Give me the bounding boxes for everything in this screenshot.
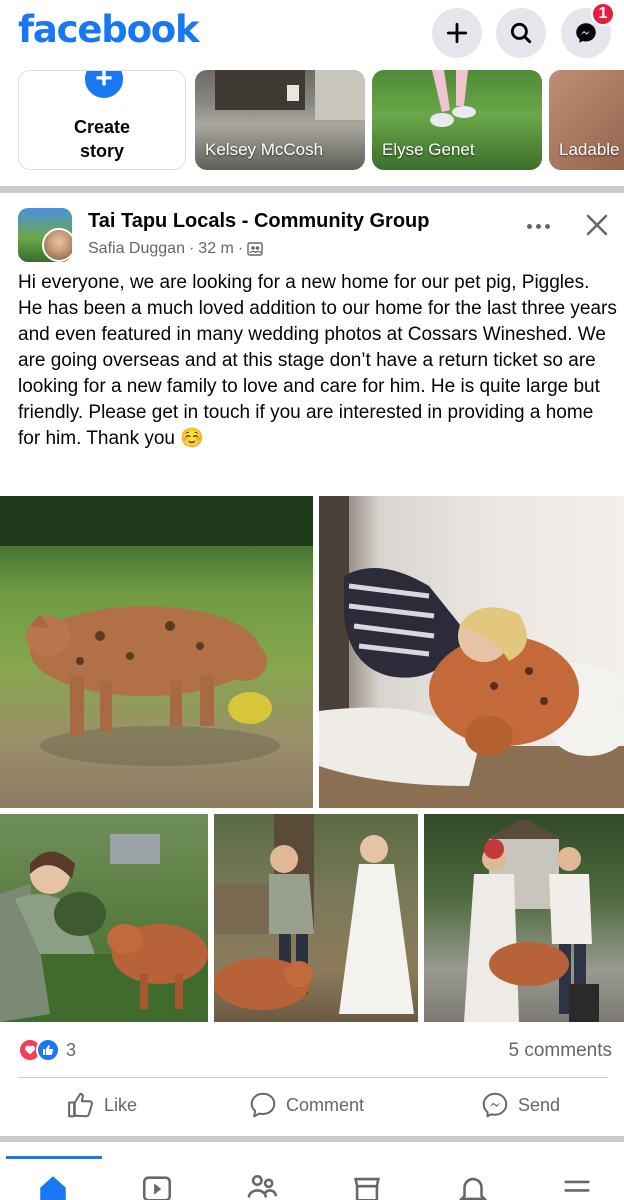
home-icon[interactable] — [36, 1172, 70, 1200]
post-photo-pig-grass[interactable] — [0, 496, 313, 808]
post-photo-bridesmaid-feeding-pig[interactable] — [0, 814, 208, 1022]
story-card[interactable]: Ladable — [549, 70, 624, 170]
post-body-text: Hi everyone, we are looking for a new ho… — [18, 272, 617, 449]
meta-separator: · — [237, 240, 244, 257]
search-button[interactable] — [496, 8, 546, 58]
like-icon — [68, 1092, 93, 1118]
post-time[interactable]: 32 m — [198, 240, 234, 258]
send-label: Send — [518, 1094, 561, 1115]
post-meta: Safia Duggan · 32 m · — [88, 240, 263, 258]
messenger-send-icon — [482, 1092, 508, 1118]
photo-illustration — [0, 834, 208, 1022]
more-options-icon[interactable] — [520, 214, 556, 238]
photo-illustration — [319, 496, 624, 808]
messenger-icon — [576, 23, 596, 43]
notifications-icon[interactable] — [456, 1172, 490, 1200]
comment-button[interactable]: Comment — [248, 1090, 364, 1120]
group-avatar[interactable] — [18, 208, 72, 262]
top-header: facebook 1 — [0, 0, 624, 68]
reactions-count: 3 — [66, 1039, 77, 1060]
create-story-label-line2: story — [79, 141, 124, 161]
notification-badge: 1 — [591, 2, 615, 26]
photo-illustration — [464, 819, 599, 1022]
like-reaction-icon — [36, 1038, 60, 1062]
create-story-card[interactable]: + Create story — [18, 70, 186, 170]
meta-separator: · — [188, 240, 195, 257]
comment-label: Comment — [286, 1094, 365, 1115]
close-icon[interactable] — [582, 210, 612, 240]
menu-icon[interactable] — [560, 1172, 594, 1200]
active-tab-indicator — [6, 1156, 102, 1159]
photo-illustration — [214, 814, 414, 1014]
story-card[interactable]: Kelsey McCosh — [195, 70, 365, 170]
facebook-logo[interactable]: facebook — [18, 8, 200, 51]
post-actions-bar: Like Comment Send — [0, 1086, 624, 1128]
story-name: Ladable — [559, 140, 620, 159]
group-name[interactable]: Tai Tapu Locals - Community Group — [88, 210, 430, 233]
section-separator — [0, 186, 624, 193]
messenger-button[interactable]: 1 — [561, 2, 615, 58]
post-photo-woman-hugging-pig[interactable] — [319, 496, 624, 808]
author-name[interactable]: Safia Duggan — [88, 240, 185, 258]
search-icon — [510, 22, 532, 44]
create-story-label-line1: Create — [73, 117, 131, 137]
post-photo-couple-at-gate-with-pig[interactable] — [424, 814, 624, 1022]
add-story-icon: + — [82, 71, 126, 101]
group-audience-icon — [247, 242, 263, 256]
like-button[interactable]: Like — [66, 1090, 137, 1120]
plus-icon — [446, 22, 468, 44]
author-avatar[interactable] — [42, 228, 72, 262]
like-label: Like — [104, 1094, 138, 1115]
reactions-summary[interactable]: 3 — [18, 1038, 76, 1062]
comments-count[interactable]: 5 comments — [509, 1040, 612, 1062]
photo-illustration — [0, 496, 313, 766]
comment-icon — [250, 1092, 276, 1118]
post-photo-wedding-couple-with-pig[interactable] — [214, 814, 418, 1022]
marketplace-icon[interactable] — [350, 1172, 384, 1200]
story-name: Elyse Genet — [382, 140, 475, 159]
story-name: Kelsey McCosh — [205, 140, 324, 159]
friends-icon[interactable] — [246, 1172, 280, 1200]
bottom-navigation — [0, 1142, 624, 1200]
stories-tray: + Create story Kelsey McCosh Elyse Genet… — [0, 68, 624, 186]
video-icon[interactable] — [140, 1172, 174, 1200]
actions-divider — [18, 1077, 608, 1078]
send-button[interactable]: Send — [480, 1090, 560, 1120]
create-button[interactable] — [432, 8, 482, 58]
story-card[interactable]: Elyse Genet — [372, 70, 542, 170]
